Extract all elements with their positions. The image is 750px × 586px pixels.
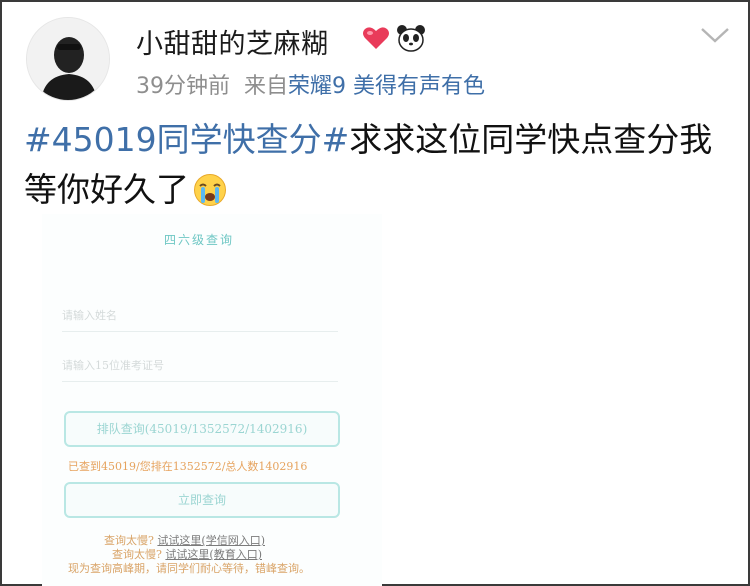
exam-id-input[interactable] [62,350,338,381]
post-meta: 39分钟前 来自荣耀9 美得有声有色 [136,68,485,100]
chevron-down-icon[interactable] [698,24,732,46]
post-time: 39分钟前 [136,74,230,99]
device-link[interactable]: 荣耀9 美得有声有色 [288,74,485,99]
query-page-title: 四六级查询 [164,233,235,247]
weibo-post-card: 小甜甜的芝麻糊 39分钟前 来自荣耀9 美得有声有色 #45019同学快查分#求求… [0,0,750,586]
user-badges [362,24,426,52]
heart-icon [363,27,389,49]
name-input[interactable] [62,300,338,331]
queue-status: 已查到45019/您排在1352572/总人数1402916 [68,460,308,473]
post-text: #45019同学快查分#求求这位同学快点查分我等你好久了 [24,115,734,215]
avatar-silhouette-icon [27,18,109,100]
username[interactable]: 小甜甜的芝麻糊 [136,22,329,61]
hashtag-link[interactable]: #45019同学快查分# [24,120,349,159]
queue-query-button[interactable]: 排队查询(45019/1352572/1402916) [64,411,340,447]
query-now-button[interactable]: 立即查询 [64,482,340,518]
exam-id-field[interactable] [62,350,338,382]
name-field[interactable] [62,300,338,332]
panda-icon [397,25,425,52]
source-prefix: 来自 [244,74,289,99]
avatar[interactable] [26,17,110,101]
embedded-screenshot: 四六级查询 排队查询(45019/1352572/1402916) 已查到450… [42,214,382,586]
crying-face-icon [194,174,226,206]
hint-row-3: 现为查询高峰期，请同学们耐心等待，错峰查询。 [68,562,310,575]
